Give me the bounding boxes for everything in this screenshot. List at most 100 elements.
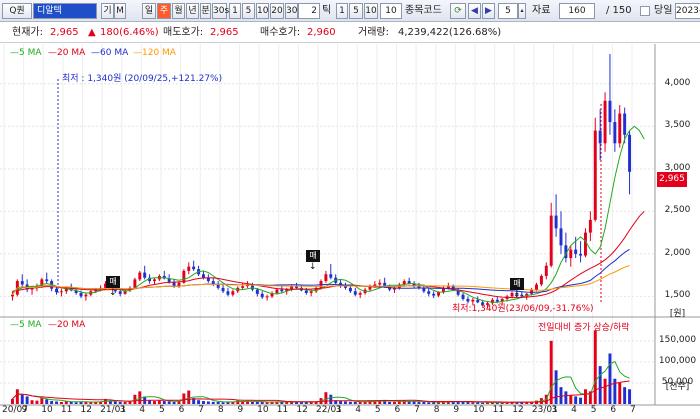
volume-bar (348, 401, 352, 404)
volume-bar (55, 401, 58, 404)
price-tick-label: 3,000 (664, 162, 691, 173)
volume-bar (182, 393, 186, 404)
change-value: 180(6.46%) (100, 27, 159, 38)
candle-body (79, 292, 83, 297)
minute-button-1[interactable]: 1 (229, 3, 241, 19)
candle-body (437, 292, 441, 296)
data-count-select[interactable]: 160 (559, 3, 595, 19)
bid-value: 2,960 (307, 27, 336, 38)
stock-chart[interactable] (0, 44, 700, 419)
volume-bar (59, 401, 63, 404)
ask-label: 매도호가: (163, 27, 204, 38)
x-tick-label: 7 (198, 405, 204, 415)
volume-bar (201, 401, 205, 404)
period-button-1[interactable]: 주 (157, 3, 171, 19)
up-arrow-icon: ▲ (88, 27, 96, 38)
candle-body (10, 294, 14, 297)
candle-body (432, 293, 436, 296)
volume-bar (118, 401, 122, 404)
ask-value: 2,965 (210, 27, 239, 38)
volume-bar (45, 399, 49, 404)
x-tick-label: 10 (41, 405, 53, 415)
candle-body (588, 219, 592, 233)
volume-bar (69, 401, 73, 404)
volume-bar (432, 402, 436, 404)
search-button[interactable]: Q퀀 (2, 3, 32, 19)
tick-value-field[interactable]: 2 (298, 3, 320, 19)
volume-bar (206, 401, 210, 404)
button-m[interactable]: M (114, 3, 126, 19)
minute-button-10[interactable]: 10 (256, 3, 269, 19)
current-price-tag: 2,965 (657, 172, 687, 187)
volume-bar (392, 401, 396, 404)
volume-bar (74, 402, 78, 404)
price-legend-item: —20 MA (48, 48, 86, 58)
tick-button-10[interactable]: 10 (364, 3, 378, 19)
volume-bar (216, 401, 220, 404)
volume-bar (324, 392, 328, 404)
volume-bar (608, 353, 612, 404)
candle-body (201, 274, 205, 278)
stock-name-field[interactable]: 디알텍 (33, 3, 97, 19)
volume-bar (353, 401, 357, 404)
same-day-label: 당일 (654, 5, 673, 16)
minute-button-20[interactable]: 20 (270, 3, 284, 19)
volume-bar (358, 401, 362, 404)
volume-bar (250, 401, 254, 404)
period-button-5[interactable]: 30s (212, 3, 229, 19)
refresh-button[interactable]: ⟳ (450, 3, 466, 19)
volume-bar (197, 400, 201, 404)
candle-body (324, 274, 328, 282)
candle-body (138, 272, 142, 280)
minute-button-5[interactable]: 5 (242, 3, 255, 19)
candle-body (608, 100, 612, 123)
volume-bar (628, 389, 632, 404)
volume-bar (172, 401, 176, 404)
candle-body (255, 289, 259, 294)
period-button-2[interactable]: 월 (172, 3, 185, 19)
prev-button[interactable]: ◀ (468, 3, 481, 19)
candle-body (226, 291, 230, 295)
volume-bar (427, 402, 431, 404)
same-day-checkbox[interactable] (640, 6, 650, 16)
x-tick-label: 11 (276, 405, 289, 415)
buy-arrow-icon: ↓ (513, 290, 521, 300)
volume-label: 거래량: (358, 27, 389, 38)
x-tick-label: 3 (551, 405, 558, 415)
volume-bar (162, 401, 166, 404)
volume-bar (25, 396, 29, 404)
count-spinner[interactable]: ▴ (518, 3, 526, 19)
volume-tick-label: 100,000 (658, 355, 697, 366)
period-button-4[interactable]: 분 (200, 3, 211, 19)
price-tick-label: 2,500 (664, 205, 691, 216)
price-value: 2,965 (50, 27, 79, 38)
candle-body (192, 266, 196, 270)
minute-button-30[interactable]: 30 (285, 3, 298, 19)
count-field[interactable]: 5 (498, 3, 518, 19)
candle-body (569, 249, 573, 259)
next-button[interactable]: ▶ (482, 3, 495, 19)
candle-body (275, 289, 279, 293)
tick-button-1[interactable]: 1 (336, 3, 348, 19)
period-button-3[interactable]: 년 (186, 3, 199, 19)
period-button-0[interactable]: 일 (142, 3, 156, 19)
low-price-label: 최저 : 1,340원 (20/09/25,+121.27%) (62, 74, 223, 84)
button-ge[interactable]: 기 (101, 3, 114, 19)
x-tick-label: 12 (80, 405, 92, 415)
x-tick-label: 10 (473, 405, 485, 415)
interval-field[interactable]: 10 (380, 3, 402, 19)
candle-body (378, 282, 382, 285)
volume-bar (167, 401, 171, 404)
x-tick-label: 7 (414, 405, 420, 415)
date-field[interactable]: 2023- (675, 3, 700, 19)
volume-bar (383, 401, 387, 404)
candle-body (603, 100, 607, 144)
volume-bar (422, 401, 426, 404)
x-tick-label: 6 (394, 405, 401, 415)
volume-bar (471, 402, 475, 404)
candle-body (20, 281, 24, 285)
total-count: / 150 (606, 5, 632, 16)
tick-button-5[interactable]: 5 (349, 3, 363, 19)
candle-body (216, 284, 220, 288)
x-tick-label: 8 (217, 405, 224, 415)
